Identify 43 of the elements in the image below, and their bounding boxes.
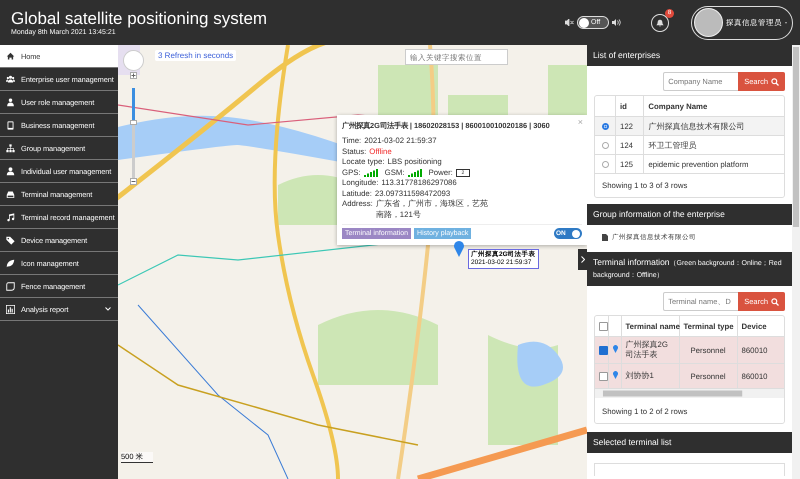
signal-icon: [408, 168, 422, 177]
section-title: Selected terminal list: [587, 432, 792, 453]
collapse-handle[interactable]: [578, 249, 587, 270]
search-icon: [771, 298, 779, 306]
refresh-notice: 3 Refresh in seconds: [155, 50, 236, 61]
music-note-icon: [6, 212, 15, 222]
section-title: List of enterprises: [587, 45, 792, 66]
person-icon: [6, 98, 15, 106]
radio-button[interactable]: [602, 122, 608, 130]
vertical-scrollbar[interactable]: [792, 45, 800, 479]
speaker-icon: [612, 19, 621, 26]
file-icon: [602, 234, 608, 241]
tag-icon: [6, 236, 15, 244]
section-title: Group information of the enterprise: [587, 204, 792, 225]
hierarchy-icon: [6, 144, 15, 152]
zoom-handle[interactable]: [130, 120, 137, 126]
app-title: Global satellite positioning system: [11, 9, 268, 28]
drive-icon: [6, 190, 15, 198]
zoom-out-button[interactable]: [130, 178, 137, 185]
signal-icon: [364, 168, 378, 177]
chart-icon: [6, 304, 15, 314]
radio-button[interactable]: [602, 160, 608, 168]
radio-button[interactable]: [602, 142, 608, 148]
leaf-icon: [6, 258, 15, 268]
people-icon: [6, 74, 15, 84]
map-pin-icon: [454, 241, 464, 257]
zoom-in-button[interactable]: [130, 72, 137, 79]
bell-icon: [656, 18, 664, 26]
checkbox[interactable]: [599, 346, 608, 354]
shape-icon: [6, 282, 15, 290]
checkbox[interactable]: [599, 322, 608, 330]
search-icon: [771, 78, 779, 86]
avatar-placeholder: [694, 8, 723, 37]
map-pin-icon: [612, 371, 618, 379]
house-icon: [6, 52, 15, 60]
chevron-down-icon: [105, 307, 111, 311]
horizontal-scrollbar[interactable]: [595, 389, 784, 398]
checkbox[interactable]: [599, 372, 608, 380]
zoom-slider[interactable]: [132, 88, 135, 178]
mute-icon: [565, 19, 574, 26]
tablet-icon: [6, 120, 15, 130]
person-icon: [6, 166, 15, 176]
map-pin-icon: [612, 345, 618, 353]
